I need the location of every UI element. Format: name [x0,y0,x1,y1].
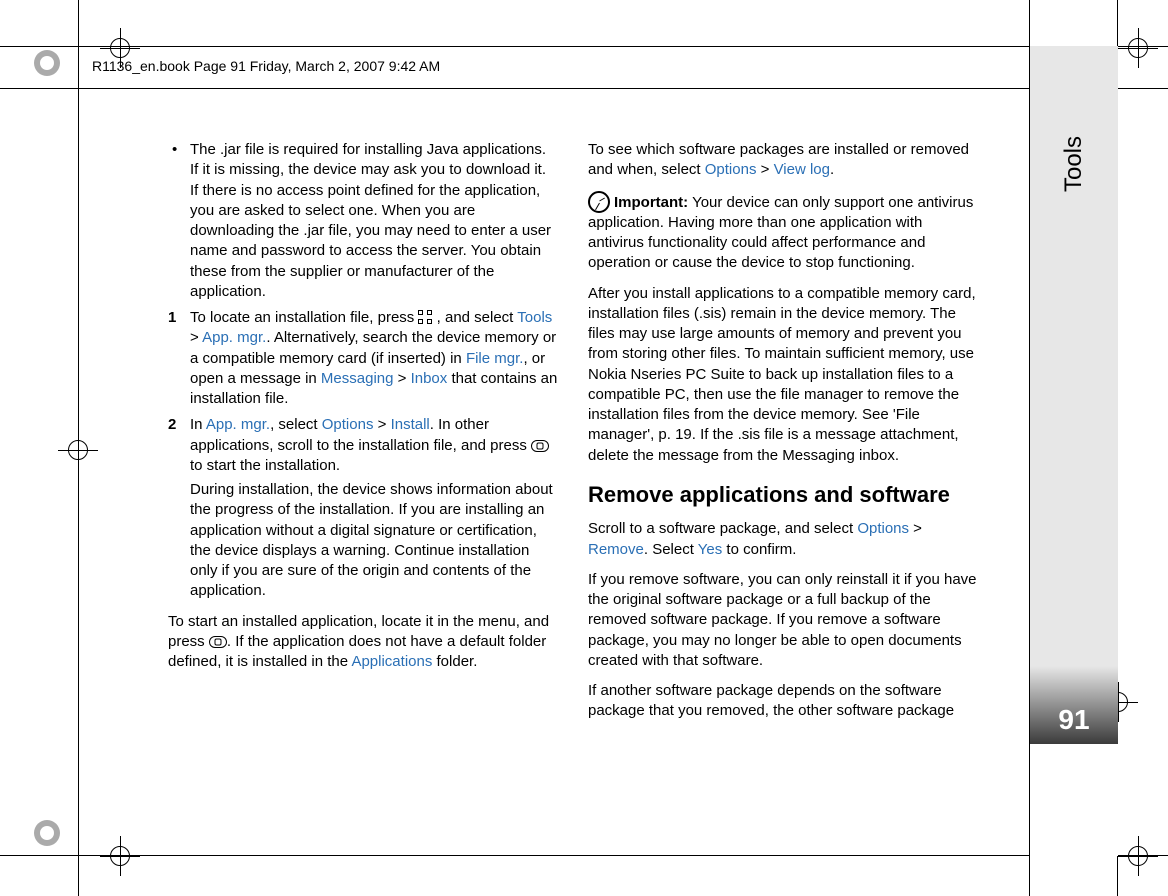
link-app-mgr: App. mgr. [202,329,266,346]
paragraph-start-app: To start an installed application, locat… [168,612,558,673]
link-options: Options [705,161,757,178]
heading-remove-apps: Remove applications and software [588,480,978,510]
center-key-icon [531,440,549,452]
paragraph-after-install: After you install applications to a comp… [588,284,978,466]
important-note: Important: Your device can only support … [588,191,978,274]
paragraph-depends: If another software package depends on t… [588,681,978,722]
registration-target-icon [1118,28,1158,68]
crop-line-top [0,46,1168,47]
link-file-mgr: File mgr. [466,350,524,367]
link-app-mgr: App. mgr. [206,416,270,433]
link-yes: Yes [698,541,722,558]
crop-line-bottom [0,855,1168,856]
registration-target-icon [100,836,140,876]
page-number: 91 [1030,666,1118,744]
registration-dot-icon [34,820,60,846]
link-install: Install [391,416,430,433]
step-2: In App. mgr., select Options > Install. … [168,415,558,601]
registration-target-icon [58,430,98,470]
step-1: To locate an installation file, press , … [168,308,558,409]
print-header: R1136_en.book Page 91 Friday, March 2, 2… [92,58,440,74]
menu-key-icon [418,310,432,324]
section-tab-label: Tools [1060,136,1088,192]
paragraph-remove: Scroll to a software package, and select… [588,519,978,560]
link-inbox: Inbox [411,370,448,387]
paragraph-reinstall: If you remove software, you can only rei… [588,570,978,671]
crop-line-top-inner [0,88,1168,89]
paragraph-view-log: To see which software packages are insta… [588,140,978,181]
link-view-log: View log [774,161,830,178]
sidebar: Tools 91 [1030,46,1118,856]
link-messaging: Messaging [321,370,394,387]
important-icon [588,191,610,213]
link-remove: Remove [588,541,644,558]
link-tools: Tools [517,309,552,326]
page-content: The .jar file is required for installing… [168,140,978,780]
link-options: Options [322,416,374,433]
registration-target-icon [1118,836,1158,876]
bullet-jar-file: The .jar file is required for installing… [168,140,558,302]
link-applications: Applications [351,653,432,670]
center-key-icon [209,636,227,648]
link-options: Options [857,520,909,537]
registration-dot-icon [34,50,60,76]
